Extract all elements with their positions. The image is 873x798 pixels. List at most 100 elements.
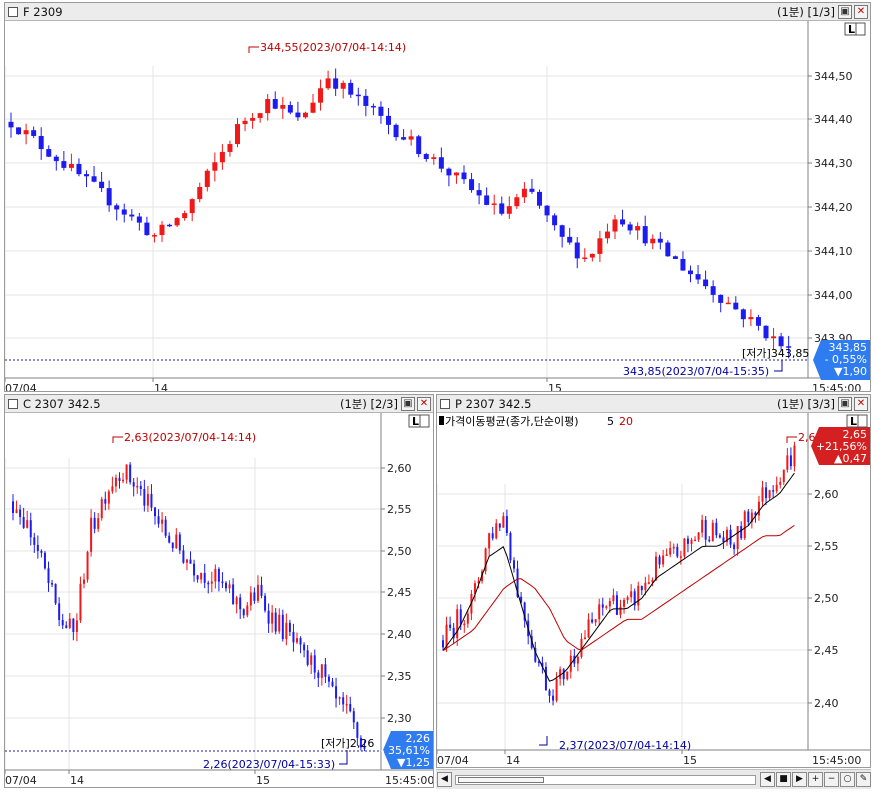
- candle-body: [65, 625, 68, 628]
- candle-body: [33, 537, 36, 545]
- candle-body: [167, 224, 173, 227]
- candle-body: [491, 533, 494, 539]
- layout-toggle-label[interactable]: L: [850, 415, 857, 428]
- play-back-icon[interactable]: ◀: [760, 772, 775, 787]
- panel-select-checkbox[interactable]: [8, 6, 18, 17]
- candle-body: [488, 533, 491, 549]
- x-tick-label: 15: [683, 754, 697, 767]
- candle-body: [333, 78, 339, 89]
- candle-body: [318, 88, 324, 103]
- layout-toggle-label[interactable]: L: [412, 415, 419, 428]
- scroll-left-icon[interactable]: ◀: [437, 772, 452, 787]
- zoom-out-icon[interactable]: −: [824, 772, 839, 787]
- candle-body: [598, 604, 601, 620]
- y-tick-label: 2,60: [814, 488, 839, 501]
- candle-body: [324, 664, 327, 677]
- panel-period-label: (1분) [3/3]: [776, 396, 835, 411]
- candle-body: [665, 554, 668, 556]
- close-icon[interactable]: ✕: [854, 396, 868, 411]
- candle-body: [121, 209, 127, 215]
- candle-body: [91, 176, 97, 182]
- candle-body: [90, 517, 93, 552]
- candle-body: [83, 579, 85, 584]
- candle-body: [246, 605, 249, 616]
- stop-icon[interactable]: ■: [776, 772, 791, 787]
- candle-body: [763, 325, 769, 339]
- candle-body: [694, 539, 697, 542]
- candle-body: [711, 522, 714, 542]
- candle-body: [708, 539, 711, 542]
- candle-body: [154, 507, 156, 517]
- badge-text: ▼1,25: [397, 756, 430, 769]
- settings-icon[interactable]: ▣: [838, 4, 852, 19]
- x-tick-label: 07/04: [437, 754, 469, 767]
- panel-titlebar[interactable]: C 2307 342.5 (1분) [2/3] ▣ ✕: [5, 395, 433, 413]
- panel-select-checkbox[interactable]: [440, 398, 450, 409]
- play-forward-icon[interactable]: ▶: [792, 772, 807, 787]
- candle-body: [114, 205, 120, 210]
- candle-body: [151, 235, 157, 237]
- settings-icon[interactable]: ▣: [838, 396, 852, 411]
- settings-icon[interactable]: ▣: [401, 396, 415, 411]
- candle-body: [235, 597, 238, 605]
- candle-body: [446, 168, 452, 176]
- close-icon[interactable]: ✕: [854, 4, 868, 19]
- candle-body: [757, 501, 760, 516]
- chart-panel-c2307[interactable]: C 2307 342.5 (1분) [2/3] ▣ ✕ 2,60 2,55 2,50…: [4, 394, 434, 788]
- candle-body: [743, 511, 746, 539]
- y-tick-label: 344,20: [814, 201, 853, 214]
- candle-body: [129, 214, 135, 217]
- candle-body: [779, 482, 782, 485]
- candle-body: [232, 584, 235, 605]
- candle-body: [72, 618, 75, 632]
- candle-body: [242, 609, 245, 616]
- candlestick-chart-f2309[interactable]: 344,50 344,40 344,30 344,20 344,10 344,00 343,…: [5, 21, 871, 392]
- candle-body: [196, 575, 199, 580]
- candle-body: [630, 591, 633, 598]
- scroll-thumb[interactable]: [458, 776, 544, 783]
- candle-body: [386, 115, 391, 125]
- wrench-icon[interactable]: ✎: [856, 772, 871, 787]
- candle-body: [605, 606, 608, 608]
- zoom-in-icon[interactable]: +: [808, 772, 823, 787]
- candle-body: [8, 121, 14, 128]
- chart-panel-p2307[interactable]: P 2307 342.5 (1분) [3/3] ▣ ✕ 가격이동평균(종가,단순…: [436, 394, 871, 768]
- chart-scroll-toolbar[interactable]: ◀ ◀ ■ ▶ + − ○ ✎: [436, 769, 871, 789]
- panel-titlebar[interactable]: P 2307 342.5 (1분) [3/3] ▣ ✕: [437, 395, 870, 413]
- candle-body: [431, 157, 437, 160]
- y-tick-label: 2,40: [387, 628, 412, 641]
- candle-body: [608, 601, 611, 607]
- panel-titlebar[interactable]: F 2309 (1분) [1/3] ▣ ✕: [5, 3, 870, 21]
- candle-body: [16, 127, 22, 135]
- panel-select-checkbox[interactable]: [8, 398, 18, 409]
- y-tick-label: 2,55: [814, 540, 839, 553]
- close-icon[interactable]: ✕: [417, 396, 431, 411]
- candle-body: [296, 638, 298, 643]
- candle-body: [662, 555, 665, 565]
- candle-body: [393, 124, 399, 138]
- indicator-label[interactable]: 가격이동평균(종가,단순이평): [445, 415, 579, 428]
- zoom-reset-icon[interactable]: ○: [840, 772, 855, 787]
- layout-toggle-label[interactable]: L: [848, 23, 855, 36]
- candle-body: [210, 581, 213, 584]
- candle-body: [221, 581, 224, 584]
- x-end-label: 15:45:00: [812, 754, 861, 767]
- candle-body: [623, 599, 626, 607]
- x-tick-label: 14: [154, 382, 168, 392]
- candle-body: [43, 552, 46, 569]
- candle-body: [469, 179, 475, 191]
- candle-body: [679, 556, 682, 558]
- candle-body: [463, 623, 466, 626]
- candlestick-chart-c2307[interactable]: 2,60 2,55 2,50 2,45 2,40 2,35 2,30 07/04 14 15 15:…: [5, 413, 434, 788]
- candlestick-chart-p2307[interactable]: 가격이동평균(종가,단순이평) 5 20 2,60 2,55 2,50 2,45 2,40 07…: [437, 413, 871, 768]
- y-tick-label: 2,50: [387, 545, 412, 558]
- candle-body: [150, 493, 153, 508]
- candle-body: [574, 242, 580, 259]
- candle-body: [718, 535, 721, 538]
- chart-panel-f2309[interactable]: F 2309 (1분) [1/3] ▣ ✕ 344,50 344,40 344,30…: [4, 2, 871, 392]
- candle-body: [495, 523, 498, 539]
- candle-body: [302, 112, 308, 118]
- candle-body: [295, 112, 301, 118]
- candle-body: [292, 631, 295, 643]
- scroll-track[interactable]: [455, 774, 756, 785]
